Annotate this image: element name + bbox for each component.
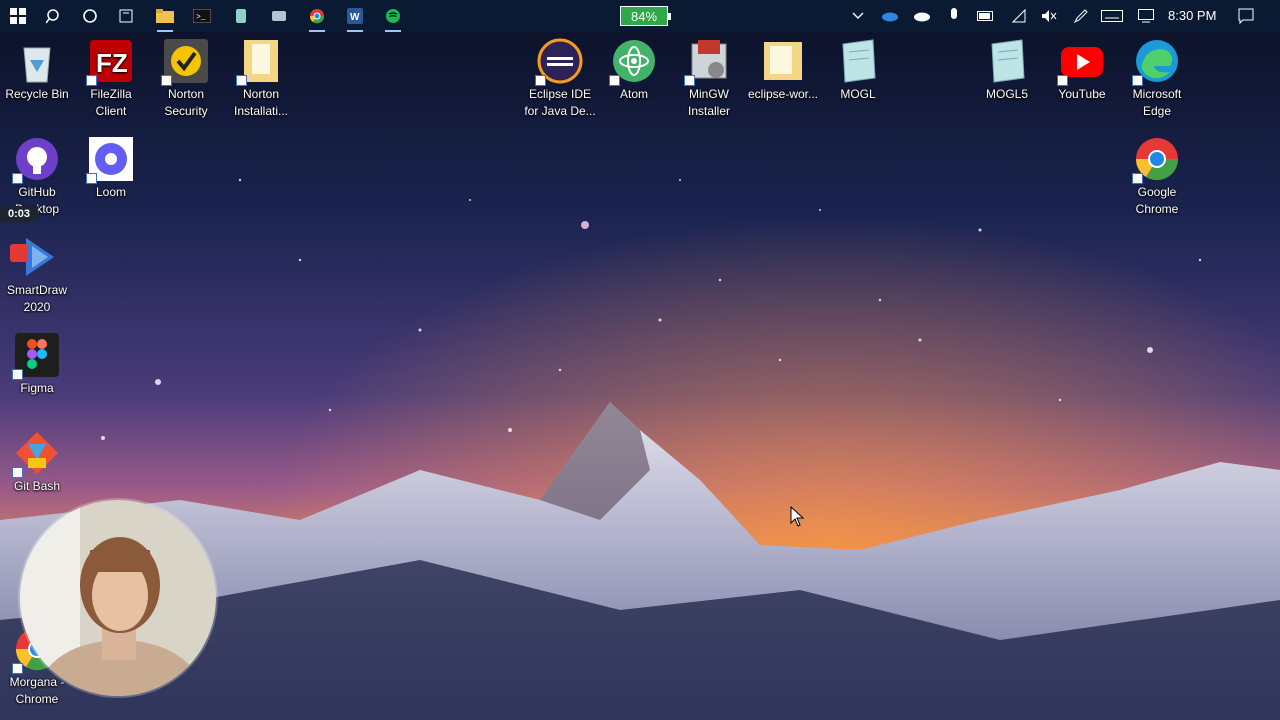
- cloud-icon[interactable]: [910, 4, 934, 28]
- recycle-bin-icon: [14, 38, 60, 84]
- desktop-icon-mogl[interactable]: MOGL: [821, 34, 895, 103]
- app-icon[interactable]: [229, 4, 253, 28]
- mouse-cursor-icon: [790, 506, 805, 527]
- clock[interactable]: 8:30 PM: [1168, 8, 1216, 23]
- youtube-icon: [1057, 38, 1105, 86]
- svg-text:W: W: [350, 12, 360, 23]
- pen-icon[interactable]: [1069, 4, 1093, 28]
- desktop-icon-norton-installation[interactable]: Norton Installati...: [224, 34, 298, 120]
- webcam-bubble[interactable]: [18, 498, 218, 698]
- file-explorer-icon[interactable]: [153, 4, 177, 32]
- chrome-icon: [1132, 136, 1180, 184]
- keyboard-icon[interactable]: [1100, 4, 1124, 28]
- desktop-icon-atom[interactable]: Atom: [597, 34, 671, 103]
- figma-icon: [12, 332, 60, 380]
- cortana-icon[interactable]: [78, 4, 102, 28]
- desktop-icon-eclipse-workspace[interactable]: eclipse-wor...: [746, 34, 820, 103]
- app-icon[interactable]: [267, 4, 291, 28]
- onedrive-icon[interactable]: [878, 4, 902, 28]
- spotify-icon[interactable]: [381, 4, 405, 32]
- desktop-icon-git-bash[interactable]: Git Bash: [0, 426, 74, 495]
- stop-recording-button[interactable]: [10, 244, 28, 262]
- desktop-icon-loom[interactable]: Loom: [74, 132, 148, 201]
- desktop-icon-mogl5[interactable]: MOGL5: [970, 34, 1044, 103]
- chrome-icon[interactable]: [305, 4, 329, 32]
- desktop-icon-youtube[interactable]: YouTube: [1045, 34, 1119, 103]
- desktop-icon-microsoft-edge[interactable]: Microsoft Edge: [1120, 34, 1194, 120]
- battery-indicator: 84%: [620, 6, 671, 26]
- edge-icon: [1132, 38, 1180, 86]
- git-bash-icon: [12, 430, 60, 478]
- webcam-person-image: [20, 500, 216, 696]
- filezilla-icon: FZ: [86, 38, 134, 86]
- folder-icon: [760, 38, 806, 84]
- notepad-icon: [984, 38, 1030, 84]
- atom-icon: [609, 38, 657, 86]
- desktop-icon-figma[interactable]: Figma: [0, 328, 74, 397]
- volume-muted-icon[interactable]: [1037, 4, 1061, 28]
- loom-icon: [86, 136, 134, 184]
- search-icon[interactable]: [42, 4, 66, 28]
- recording-timer: 0:03: [0, 206, 38, 222]
- chevron-up-icon[interactable]: [846, 4, 870, 28]
- desktop-icon-mingw-installer[interactable]: MinGW Installer: [672, 34, 746, 120]
- desktop-icon-recycle-bin[interactable]: Recycle Bin: [0, 34, 74, 103]
- terminal-icon[interactable]: >_: [190, 4, 214, 28]
- task-view-icon[interactable]: [114, 4, 138, 28]
- battery-icon[interactable]: [974, 4, 998, 28]
- eclipse-icon: [535, 38, 583, 86]
- display-icon[interactable]: [1134, 4, 1158, 28]
- windows-start-icon[interactable]: [6, 4, 30, 28]
- notepad-icon: [835, 38, 881, 84]
- desktop-icon-eclipse-ide[interactable]: Eclipse IDE for Java De...: [522, 34, 598, 120]
- word-icon[interactable]: W: [343, 4, 367, 32]
- microphone-icon[interactable]: [942, 4, 966, 28]
- folder-icon: [236, 38, 284, 86]
- norton-security-icon: [161, 38, 209, 86]
- desktop-icon-norton-security[interactable]: Norton Security: [149, 34, 223, 120]
- github-icon: [12, 136, 60, 184]
- desktop-icon-google-chrome[interactable]: Google Chrome: [1120, 132, 1194, 218]
- mingw-installer-icon: [684, 38, 732, 86]
- taskbar: >_ W 84% 8:30 PM: [0, 0, 1280, 32]
- svg-text:>_: >_: [196, 13, 206, 22]
- desktop-icon-filezilla[interactable]: FZ FileZilla Client: [74, 34, 148, 120]
- desktop-icon-smartdraw[interactable]: SmartDraw 2020: [0, 230, 74, 316]
- notification-icon[interactable]: [1234, 4, 1258, 28]
- svg-text:FZ: FZ: [96, 48, 128, 78]
- wifi-icon[interactable]: [1007, 4, 1031, 28]
